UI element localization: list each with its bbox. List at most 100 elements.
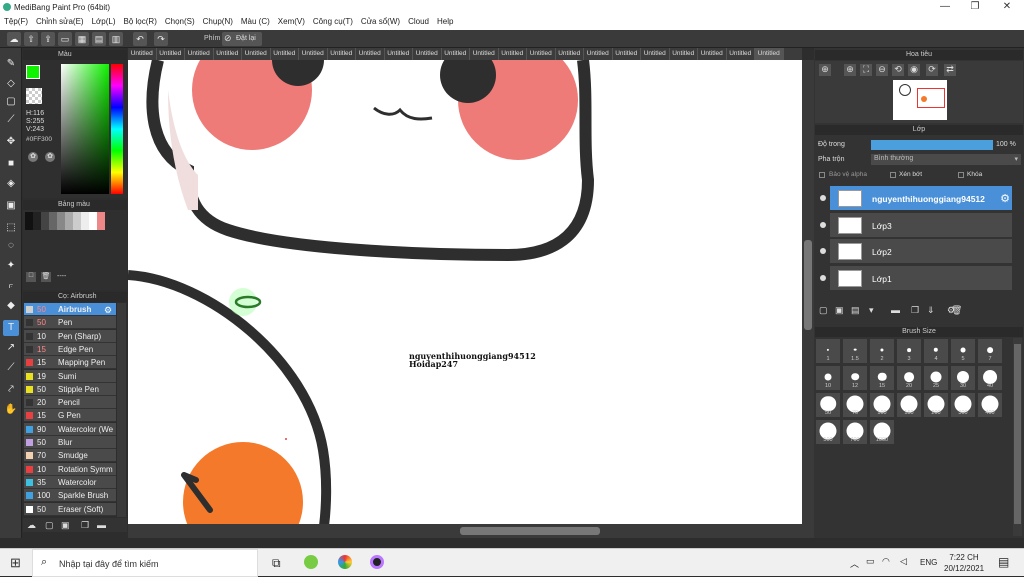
color-wheel-icon[interactable]: ✿ (28, 152, 38, 162)
brush-size-cell[interactable]: 1.5 (842, 338, 868, 364)
cloud-icon[interactable]: ☁ (7, 32, 21, 46)
canvas-tab[interactable]: Untitled (641, 48, 670, 60)
brush-size-cell[interactable]: 3 (896, 338, 922, 364)
maximize-button[interactable]: ❐ (960, 1, 990, 14)
windows-start-icon[interactable]: ⊞ (10, 555, 21, 571)
palette-delete-icon[interactable]: 🗑 (41, 272, 51, 282)
brush-size-cell[interactable]: 30 (950, 365, 976, 391)
wifi-icon[interactable]: ◠ (882, 556, 890, 567)
brush-item[interactable]: 35 Watercolor (24, 475, 116, 489)
menu-edit[interactable]: Chỉnh sửa(E) (32, 15, 88, 26)
navigator-thumbnail[interactable] (893, 80, 947, 120)
brush-size-cell[interactable]: 12 (842, 365, 868, 391)
brush-size-cell[interactable]: 10 (815, 365, 841, 391)
canvas-tab[interactable]: Untitled (584, 48, 613, 60)
canvas-tab[interactable]: Untitled (128, 48, 157, 60)
brush-item[interactable]: 10 Rotation Symm (24, 462, 116, 476)
canvas-tab[interactable]: Untitled (242, 48, 271, 60)
shape-tool-icon[interactable]: ▢ (3, 94, 19, 110)
medibang-icon[interactable] (370, 555, 384, 569)
palette-add-icon[interactable]: □ (26, 272, 36, 282)
merge-layer-icon[interactable]: ⇓ (927, 305, 935, 316)
redo-icon[interactable]: ↷ (154, 32, 168, 46)
canvas-tab[interactable]: Untitled (328, 48, 356, 60)
brush-size-scrollbar[interactable] (1013, 338, 1022, 536)
select-eraser-tool-icon[interactable]: ◆ (3, 298, 19, 314)
canvas-tab[interactable]: Untitled (214, 48, 242, 60)
menu-layer[interactable]: Lớp(L) (88, 15, 120, 26)
language-indicator[interactable]: ENG (920, 558, 937, 567)
brush-size-cell[interactable]: 40 (977, 365, 1003, 391)
brush-add-menu-icon[interactable]: ▣ (61, 520, 70, 531)
opacity-slider[interactable] (871, 140, 993, 150)
color-settings-icon[interactable]: ✿ (45, 152, 55, 162)
layer-row[interactable]: Lớp3 (820, 212, 1012, 238)
panel-icon[interactable]: ▥ (109, 32, 123, 46)
saturation-value-picker[interactable] (61, 64, 109, 194)
app-icon-1[interactable] (304, 555, 318, 569)
vertical-scrollbar[interactable] (802, 60, 814, 526)
brush-size-cell[interactable]: 5 (950, 338, 976, 364)
canvas-tab[interactable]: Untitled (299, 48, 328, 60)
canvas-tab[interactable]: Untitled (670, 48, 698, 60)
brush-item[interactable]: 50 Blur (24, 436, 116, 449)
share-icon[interactable]: ⇪ (41, 32, 55, 46)
brush-size-cell[interactable]: 100 (869, 392, 895, 418)
brush-size-cell[interactable]: 300 (950, 392, 976, 418)
canvas-tab[interactable]: Untitled (356, 48, 385, 60)
gradient-tool-icon[interactable]: ▣ (3, 198, 19, 214)
minimize-button[interactable]: — (930, 1, 960, 14)
protect-alpha-checkbox[interactable] (819, 172, 825, 178)
canvas-tab[interactable]: Untitled (157, 48, 185, 60)
brush-item[interactable]: 15 Mapping Pen (24, 356, 116, 370)
layer-row[interactable]: Lớp1 (820, 265, 1012, 291)
canvas-tab[interactable]: Untitled (755, 48, 784, 60)
upload-icon[interactable]: ⇧ (24, 32, 38, 46)
clipping-checkbox[interactable] (890, 172, 896, 178)
move-tool-icon[interactable]: ✥ (3, 134, 19, 150)
rotate-left-icon[interactable]: ⟲ (892, 64, 904, 76)
brush-size-cell[interactable]: 400 (977, 392, 1003, 418)
brush-size-cell[interactable]: 1 (815, 338, 841, 364)
brush-size-cell[interactable]: 2 (869, 338, 895, 364)
canvas-tab[interactable]: Untitled (499, 48, 527, 60)
text-tool-icon[interactable]: T (3, 320, 19, 336)
brush-item[interactable]: 15 Edge Pen (24, 342, 116, 356)
chevron-up-icon[interactable]: ︿ (850, 557, 859, 570)
blend-mode-select[interactable]: Bình thường ▾ (871, 154, 1021, 165)
clock[interactable]: 7:22 CH 20/12/2021 (944, 552, 984, 574)
foreground-color-swatch[interactable] (26, 65, 40, 79)
brush-item[interactable]: 19 Sumi (24, 369, 116, 383)
new-layer-icon[interactable]: ▢ (819, 305, 828, 316)
canvas-tab[interactable]: Untitled (727, 48, 755, 60)
volume-icon[interactable]: ◁ (900, 556, 907, 567)
eraser-tool-icon[interactable]: ◇ (3, 76, 19, 92)
rotate-reset-icon[interactable]: ◉ (908, 64, 920, 76)
brush-item[interactable]: 15 G Pen (24, 409, 116, 423)
canvas-tab[interactable]: Untitled (271, 48, 299, 60)
menu-filter[interactable]: Bộ lọc(R) (120, 15, 161, 26)
brush-size-scroll-thumb[interactable] (1014, 344, 1021, 524)
flip-icon[interactable]: ⇄ (944, 64, 956, 76)
brush-size-cell[interactable]: 20 (896, 365, 922, 391)
hand-tool-icon[interactable]: ✋ (3, 402, 19, 418)
brush-item[interactable]: 50 Pen (24, 316, 116, 330)
vertical-scroll-thumb[interactable] (804, 240, 812, 330)
magic-wand-tool-icon[interactable]: ✦ (3, 258, 19, 274)
visibility-eye-icon[interactable] (820, 274, 826, 281)
brush-size-cell[interactable]: 200 (923, 392, 949, 418)
horizontal-scroll-thumb[interactable] (460, 527, 600, 535)
close-button[interactable]: ✕ (992, 1, 1022, 14)
brush-size-cell[interactable]: 1000 (869, 419, 895, 445)
brush-item[interactable]: 90 Watercolor (We (24, 422, 116, 436)
lock-checkbox[interactable] (958, 172, 964, 178)
brush-folder-icon[interactable]: ▬ (97, 520, 106, 530)
brush-item[interactable]: 50 Stipple Pen (24, 382, 116, 396)
brush-size-cell[interactable]: 150 (896, 392, 922, 418)
new-8bit-layer-icon[interactable]: ▤ (851, 305, 860, 316)
zoom-icon[interactable]: ⊕ (844, 64, 856, 76)
brush-size-cell[interactable]: 70 (842, 392, 868, 418)
eyedropper-tool-icon[interactable]: ⤤ (3, 382, 19, 398)
grid-icon[interactable]: ▦ (75, 32, 89, 46)
brush-size-cell[interactable]: 7 (977, 338, 1003, 364)
